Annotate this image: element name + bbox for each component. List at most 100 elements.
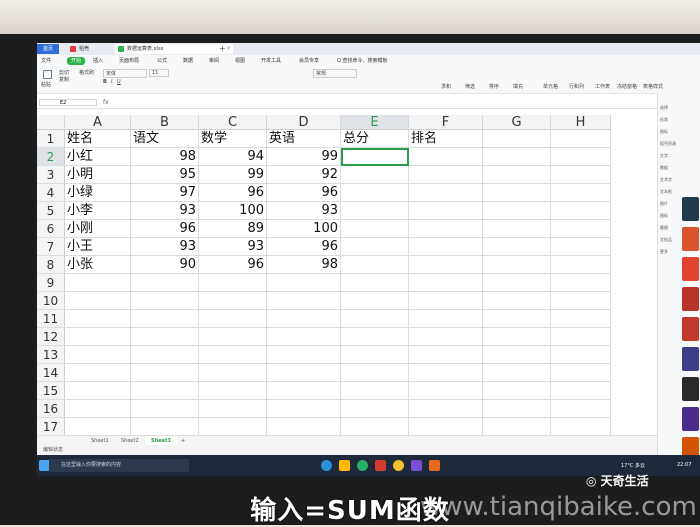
filter-button[interactable]: 筛选	[465, 83, 475, 90]
row-header[interactable]: 4	[37, 184, 65, 202]
menu-item[interactable]: 公式	[157, 55, 167, 67]
cell-d9[interactable]	[267, 274, 341, 292]
cell-b11[interactable]	[131, 310, 199, 328]
menu-item[interactable]: 页面布局	[119, 55, 139, 67]
column-header-f[interactable]: F	[409, 115, 483, 130]
cell-c8[interactable]: 96	[199, 256, 267, 274]
cell-h16[interactable]	[551, 400, 611, 418]
chart-template-thumbnail[interactable]	[682, 407, 699, 431]
chart-template-thumbnail[interactable]	[682, 287, 699, 311]
tab-home[interactable]: 首页	[37, 44, 59, 54]
row-header[interactable]: 15	[37, 382, 65, 400]
cell-f2[interactable]	[409, 148, 483, 166]
cell-f12[interactable]	[409, 328, 483, 346]
row-header[interactable]: 8	[37, 256, 65, 274]
cell-h9[interactable]	[551, 274, 611, 292]
cell-a16[interactable]	[65, 400, 131, 418]
cell-a14[interactable]	[65, 364, 131, 382]
wechat-icon[interactable]	[357, 460, 368, 471]
cell-d14[interactable]	[267, 364, 341, 382]
cell-b7[interactable]: 93	[131, 238, 199, 256]
cell-h6[interactable]	[551, 220, 611, 238]
cell-g2[interactable]	[483, 148, 551, 166]
column-header-h[interactable]: H	[551, 115, 611, 130]
cell-f7[interactable]	[409, 238, 483, 256]
app-icon-2[interactable]	[429, 460, 440, 471]
cell-f17[interactable]	[409, 418, 483, 436]
cell-a11[interactable]	[65, 310, 131, 328]
active-cell-cursor[interactable]	[341, 148, 409, 166]
cell-e5[interactable]	[341, 202, 409, 220]
store-icon[interactable]	[339, 460, 350, 471]
cell-d12[interactable]	[267, 328, 341, 346]
cell-e14[interactable]	[341, 364, 409, 382]
panel-item[interactable]: 艺术字	[660, 177, 672, 183]
panel-item[interactable]: 图片	[660, 201, 668, 207]
cell-a13[interactable]	[65, 346, 131, 364]
cell-e17[interactable]	[341, 418, 409, 436]
cell-c3[interactable]: 99	[199, 166, 267, 184]
cell-f11[interactable]	[409, 310, 483, 328]
cell-c4[interactable]: 96	[199, 184, 267, 202]
cell-c10[interactable]	[199, 292, 267, 310]
cell-g16[interactable]	[483, 400, 551, 418]
cell-d5[interactable]: 93	[267, 202, 341, 220]
cell-b8[interactable]: 90	[131, 256, 199, 274]
cell-d7[interactable]: 96	[267, 238, 341, 256]
freeze-button[interactable]: 冻结窗格	[617, 83, 637, 90]
cell-g1[interactable]	[483, 130, 551, 148]
cell-h10[interactable]	[551, 292, 611, 310]
cell-a3[interactable]: 小明	[65, 166, 131, 184]
cell-d13[interactable]	[267, 346, 341, 364]
row-header[interactable]: 9	[37, 274, 65, 292]
cell-e6[interactable]	[341, 220, 409, 238]
panel-item[interactable]: 更多	[660, 249, 668, 255]
column-header-d[interactable]: D	[267, 115, 341, 130]
font-select[interactable]: 宋体	[103, 69, 147, 78]
format-select[interactable]: 常规	[313, 69, 357, 78]
select-all-corner[interactable]	[37, 115, 65, 130]
cell-b3[interactable]: 95	[131, 166, 199, 184]
cell-d17[interactable]	[267, 418, 341, 436]
cell-d11[interactable]	[267, 310, 341, 328]
cell-b5[interactable]: 93	[131, 202, 199, 220]
cell-a8[interactable]: 小张	[65, 256, 131, 274]
cell-c13[interactable]	[199, 346, 267, 364]
chart-template-thumbnail[interactable]	[682, 197, 699, 221]
cell-a6[interactable]: 小刚	[65, 220, 131, 238]
chart-template-thumbnail[interactable]	[682, 377, 699, 401]
cell-f14[interactable]	[409, 364, 483, 382]
cell-c5[interactable]: 100	[199, 202, 267, 220]
cell-g3[interactable]	[483, 166, 551, 184]
panel-item[interactable]: 截图	[660, 225, 668, 231]
cell-h8[interactable]	[551, 256, 611, 274]
chart-template-thumbnail[interactable]	[682, 347, 699, 371]
cell-a9[interactable]	[65, 274, 131, 292]
cell-a10[interactable]	[65, 292, 131, 310]
row-header[interactable]: 17	[37, 418, 65, 436]
cell-h1[interactable]	[551, 130, 611, 148]
cell-f8[interactable]	[409, 256, 483, 274]
menu-item[interactable]: 文件	[41, 55, 51, 67]
font-size-select[interactable]: 11	[149, 69, 169, 77]
row-col-button[interactable]: 行和列	[569, 83, 584, 90]
cell-h14[interactable]	[551, 364, 611, 382]
cell-g6[interactable]	[483, 220, 551, 238]
cell-h5[interactable]	[551, 202, 611, 220]
cell-b14[interactable]	[131, 364, 199, 382]
cell-a4[interactable]: 小绿	[65, 184, 131, 202]
column-header-c[interactable]: C	[199, 115, 267, 130]
row-header[interactable]: 16	[37, 400, 65, 418]
fill-button[interactable]: 填充	[513, 83, 523, 90]
cell-f3[interactable]	[409, 166, 483, 184]
panel-item[interactable]: 选择	[660, 105, 668, 111]
cell-g5[interactable]	[483, 202, 551, 220]
cut-button[interactable]: 剪切	[59, 69, 69, 76]
copy-button[interactable]: 复制	[59, 76, 69, 83]
cell-g10[interactable]	[483, 292, 551, 310]
cell-c17[interactable]	[199, 418, 267, 436]
sheet-button[interactable]: 工作表	[595, 83, 610, 90]
column-header-b[interactable]: B	[131, 115, 199, 130]
cell-b6[interactable]: 96	[131, 220, 199, 238]
panel-item[interactable]: 文本框	[660, 189, 672, 195]
